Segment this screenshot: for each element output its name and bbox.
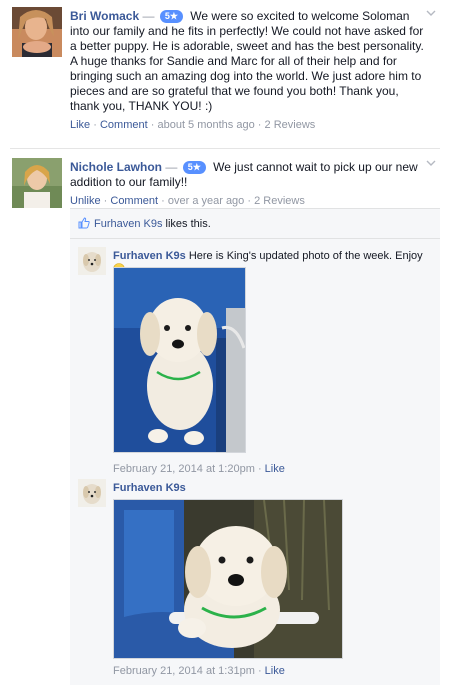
- thumbs-up-icon: [78, 217, 90, 229]
- puppy-photo[interactable]: [113, 267, 246, 453]
- review-text: Nichole Lawhon — 5★ We just cannot wait …: [70, 160, 426, 190]
- review-count[interactable]: 2 Reviews: [265, 119, 316, 131]
- review-bri-womack: Bri Womack — 5★ We were so excited to we…: [0, 0, 440, 150]
- avatar[interactable]: [78, 247, 106, 275]
- separator: ·: [257, 665, 262, 677]
- avatar[interactable]: [12, 7, 62, 57]
- author-name[interactable]: Bri Womack: [70, 9, 139, 23]
- author-dash: —: [165, 160, 178, 174]
- timestamp[interactable]: about 5 months ago: [157, 119, 254, 131]
- likes-text: likes this.: [165, 218, 211, 230]
- comment-item: Furhaven K9s February 21, 2014 at 1:31pm…: [78, 479, 433, 684]
- author-name[interactable]: Nichole Lawhon: [70, 160, 162, 174]
- rating-badge: 5★: [159, 10, 183, 23]
- comments-section: Furhaven K9s likes this. Furhaven K9s He…: [70, 208, 440, 685]
- divider: [70, 238, 440, 239]
- comment-timestamp[interactable]: February 21, 2014 at 1:31pm: [113, 665, 255, 677]
- separator: ·: [257, 119, 262, 131]
- separator: ·: [93, 119, 97, 131]
- comment-link[interactable]: Comment: [110, 195, 158, 207]
- comment-timestamp[interactable]: February 21, 2014 at 1:20pm: [113, 463, 255, 475]
- review-actions: Like · Comment · about 5 months ago · 2 …: [70, 119, 426, 131]
- like-link[interactable]: Like: [265, 665, 285, 677]
- comment-item: Furhaven K9s Here is King's updated phot…: [78, 247, 433, 477]
- divider: [10, 148, 440, 149]
- like-link[interactable]: Like: [70, 119, 90, 131]
- review-body: We were so excited to welcome Soloman in…: [70, 9, 424, 113]
- rating-badge: 5★: [182, 161, 206, 174]
- separator: ·: [247, 195, 252, 207]
- chevron-down-icon[interactable]: [426, 158, 436, 168]
- liker-name[interactable]: Furhaven K9s: [94, 218, 162, 230]
- comment-meta: February 21, 2014 at 1:31pm · Like: [113, 665, 285, 677]
- separator: ·: [103, 195, 108, 207]
- comment-meta: February 21, 2014 at 1:20pm · Like: [113, 463, 285, 475]
- separator: ·: [257, 463, 262, 475]
- avatar[interactable]: [78, 479, 106, 507]
- comment-body: Here is King's updated photo of the week…: [188, 250, 423, 262]
- comment-link[interactable]: Comment: [100, 119, 148, 131]
- chevron-down-icon[interactable]: [426, 8, 436, 18]
- author-dash: —: [142, 9, 155, 23]
- comment-author[interactable]: Furhaven K9s: [113, 250, 186, 262]
- review-nichole-lawhon: Nichole Lawhon — 5★ We just cannot wait …: [0, 150, 440, 210]
- review-actions: Unlike · Comment · over a year ago · 2 R…: [70, 195, 426, 207]
- separator: ·: [150, 119, 155, 131]
- review-count[interactable]: 2 Reviews: [254, 195, 305, 207]
- unlike-link[interactable]: Unlike: [70, 195, 101, 207]
- comment-author[interactable]: Furhaven K9s: [113, 482, 186, 494]
- puppy-photo[interactable]: [113, 499, 343, 659]
- comment-text: Furhaven K9s: [113, 481, 433, 495]
- timestamp[interactable]: over a year ago: [168, 195, 244, 207]
- likes-summary: Furhaven K9s likes this.: [78, 217, 211, 231]
- review-text: Bri Womack — 5★ We were so excited to we…: [70, 9, 426, 114]
- like-link[interactable]: Like: [265, 463, 285, 475]
- separator: ·: [161, 195, 165, 207]
- avatar[interactable]: [12, 158, 62, 208]
